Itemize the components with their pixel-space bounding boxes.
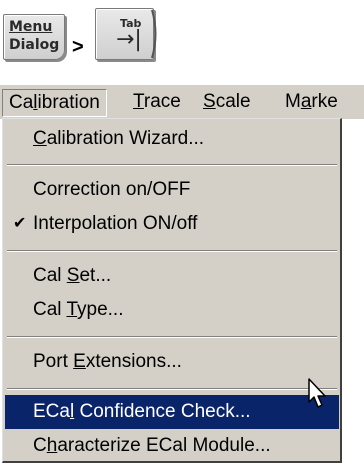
sequence-arrow: >	[72, 36, 84, 58]
menu-item-port-extensions[interactable]: Port Extensions...	[5, 345, 339, 379]
tab-key[interactable]: Tab →|	[95, 8, 154, 60]
menu-separator	[7, 336, 337, 338]
menu-bar: Calibration Trace Scale Marke	[0, 84, 364, 119]
tab-arrow-icon: →|	[116, 27, 142, 52]
menu-dialog-key[interactable]: Menu Dialog	[3, 14, 65, 60]
mouse-pointer-icon	[308, 378, 326, 408]
tab-key-edge-icon	[151, 9, 157, 59]
menu-separator	[7, 164, 337, 166]
checkmark-icon: ✔	[13, 215, 27, 232]
menu-calibration[interactable]: Calibration	[2, 89, 107, 117]
menu-marker[interactable]: Marke	[279, 89, 344, 115]
menu-key-label: Menu	[9, 19, 53, 35]
menu-item-correction[interactable]: Correction on/OFF	[5, 173, 339, 207]
menu-item-cal-type[interactable]: Cal Type...	[5, 293, 339, 327]
menu-scale[interactable]: Scale	[197, 89, 257, 115]
menu-trace[interactable]: Trace	[127, 89, 187, 115]
menu-item-calibration-wizard[interactable]: Calibration Wizard...	[5, 122, 339, 156]
menu-item-interpolation[interactable]: ✔ Interpolation ON/off	[5, 207, 339, 241]
menu-item-characterize-ecal[interactable]: Characterize ECal Module...	[5, 429, 339, 463]
dialog-key-label: Dialog	[9, 37, 60, 53]
menu-separator	[7, 250, 337, 252]
menu-item-cal-set[interactable]: Cal Set...	[5, 259, 339, 293]
menu-separator	[7, 388, 337, 390]
menu-item-ecal-confidence-check[interactable]: ECal Confidence Check...	[5, 395, 339, 429]
calibration-dropdown: Calibration Wizard... Correction on/OFF …	[2, 118, 342, 463]
